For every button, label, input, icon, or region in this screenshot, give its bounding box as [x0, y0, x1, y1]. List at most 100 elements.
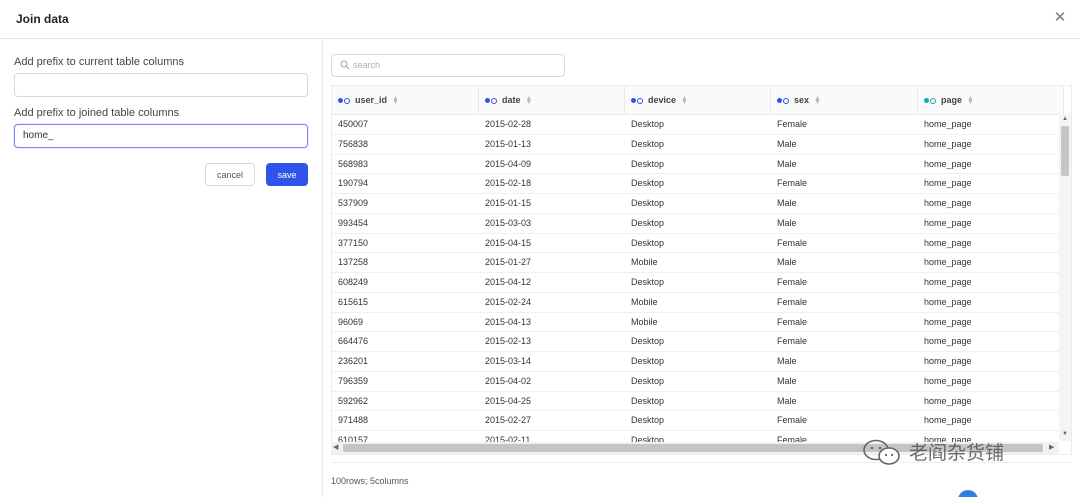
table-cell-page: home_page	[924, 415, 972, 426]
table-row[interactable]: 756838 2015-01-13 Desktop Male home_page	[332, 135, 1063, 155]
table-row[interactable]: 537909 2015-01-15 Desktop Male home_page	[332, 194, 1063, 214]
table-row[interactable]: 96069 2015-04-13 Mobile Female home_page	[332, 313, 1063, 333]
table-row[interactable]: 236201 2015-03-14 Desktop Male home_page	[332, 352, 1063, 372]
save-button[interactable]: save	[266, 163, 308, 186]
table-cell-user-id: 96069	[338, 316, 364, 327]
sort-icon[interactable]: ▲ ▼	[814, 95, 821, 106]
table-cell-page: home_page	[924, 198, 972, 208]
table-cell-device: Desktop	[631, 277, 665, 287]
type-ring-icon	[491, 97, 497, 104]
data-table: user_id ▲ ▼ date ▲ ▼ device ▲ ▼ sex ▲ ▼ page ▲ ▼ 4…	[331, 85, 1072, 455]
table-cell-date: 2015-01-13	[485, 138, 532, 149]
column-header-device[interactable]: device ▲ ▼	[625, 86, 771, 115]
type-ring-icon	[783, 97, 789, 104]
table-cell-page: home_page	[924, 178, 972, 189]
vertical-scroll-thumb[interactable]	[1061, 126, 1069, 176]
table-cell-sex: Female	[777, 237, 808, 248]
table-cell-date: 2015-01-27	[485, 257, 532, 268]
close-icon[interactable]: ✕	[1050, 8, 1070, 28]
watermark-text: 老阎杂货铺	[909, 442, 1005, 464]
table-cell-user-id: 796359	[338, 375, 369, 386]
joined-prefix-label: Add prefix to joined table columns	[14, 107, 180, 119]
table-cell-page: home_page	[924, 296, 972, 307]
joined-prefix-input[interactable]: home_	[14, 124, 308, 148]
table-cell-sex: Female	[777, 296, 808, 307]
scroll-left-icon[interactable]: ◀	[333, 443, 338, 451]
table-summary: 100rows; 5columns	[331, 476, 409, 486]
column-header-user-id[interactable]: user_id ▲ ▼	[332, 86, 479, 115]
table-cell-user-id: 190794	[338, 178, 369, 189]
table-cell-user-id: 592962	[338, 395, 369, 406]
search-box[interactable]: search	[331, 54, 565, 77]
table-cell-sex: Male	[777, 217, 797, 228]
table-cell-date: 2015-02-13	[485, 336, 532, 347]
table-cell-page: home_page	[924, 316, 972, 327]
table-cell-user-id: 568983	[338, 158, 369, 169]
table-cell-sex: Male	[777, 257, 797, 268]
watermark: 老阎杂货铺	[862, 436, 1042, 468]
table-row[interactable]: 568983 2015-04-09 Desktop Male home_page	[332, 155, 1063, 175]
table-row[interactable]: 377150 2015-04-15 Desktop Female home_page	[332, 234, 1063, 254]
table-row[interactable]: 190794 2015-02-18 Desktop Female home_page	[332, 174, 1063, 194]
type-dot-icon	[777, 98, 782, 104]
cancel-button[interactable]: cancel	[205, 163, 255, 186]
scroll-down-icon[interactable]: ▼	[1062, 431, 1068, 437]
table-cell-date: 2015-02-27	[485, 415, 532, 426]
table-cell-sex: Female	[777, 336, 808, 347]
table-row[interactable]: 796359 2015-04-02 Desktop Male home_page	[332, 372, 1063, 392]
table-cell-device: Desktop	[631, 198, 665, 208]
type-dot-icon	[338, 98, 343, 104]
column-header-page[interactable]: page ▲ ▼	[918, 86, 1064, 115]
search-icon	[340, 60, 350, 70]
table-cell-date: 2015-04-15	[485, 237, 532, 248]
help-icon[interactable]	[958, 490, 978, 497]
vertical-scrollbar[interactable]: ▲ ▼	[1059, 114, 1071, 441]
table-cell-user-id: 664476	[338, 336, 369, 347]
table-cell-user-id: 137258	[338, 257, 369, 268]
sort-icon[interactable]: ▲ ▼	[392, 95, 399, 106]
wechat-logo-icon	[863, 439, 900, 465]
table-cell-device: Desktop	[631, 375, 665, 386]
table-row[interactable]: 592962 2015-04-25 Desktop Male home_page	[332, 392, 1063, 412]
dialog-title: Join data	[16, 12, 69, 26]
column-header-sex[interactable]: sex ▲ ▼	[771, 86, 918, 115]
table-cell-sex: Male	[777, 356, 797, 366]
type-dot-icon	[485, 98, 490, 104]
table-row[interactable]: 450007 2015-02-28 Desktop Female home_page	[332, 115, 1063, 135]
table-body: 450007 2015-02-28 Desktop Female home_page 75…	[332, 115, 1063, 451]
table-cell-date: 2015-02-18	[485, 178, 532, 189]
table-cell-page: home_page	[924, 257, 972, 268]
table-cell-date: 2015-04-13	[485, 316, 532, 327]
scroll-right-icon[interactable]: ▶	[1049, 443, 1054, 451]
table-row[interactable]: 608249 2015-04-12 Desktop Female home_page	[332, 273, 1063, 293]
table-cell-page: home_page	[924, 356, 972, 366]
table-row[interactable]: 137258 2015-01-27 Mobile Male home_page	[332, 253, 1063, 273]
table-row[interactable]: 971488 2015-02-27 Desktop Female home_page	[332, 411, 1063, 431]
type-ring-icon	[637, 97, 643, 104]
table-row[interactable]: 615615 2015-02-24 Mobile Female home_page	[332, 293, 1063, 313]
table-header: user_id ▲ ▼ date ▲ ▼ device ▲ ▼ sex ▲ ▼ page ▲ ▼	[332, 86, 1064, 115]
table-cell-sex: Male	[777, 138, 797, 149]
table-cell-device: Mobile	[631, 257, 658, 268]
table-cell-sex: Female	[777, 316, 808, 327]
current-prefix-input[interactable]	[14, 73, 308, 97]
table-cell-user-id: 756838	[338, 138, 369, 149]
column-header-date[interactable]: date ▲ ▼	[479, 86, 625, 115]
table-cell-date: 2015-02-28	[485, 119, 532, 129]
table-cell-date: 2015-04-12	[485, 277, 532, 287]
table-row[interactable]: 993454 2015-03-03 Desktop Male home_page	[332, 214, 1063, 234]
table-row[interactable]: 664476 2015-02-13 Desktop Female home_page	[332, 332, 1063, 352]
table-cell-user-id: 608249	[338, 277, 369, 287]
sort-icon[interactable]: ▲ ▼	[967, 95, 974, 106]
table-cell-sex: Male	[777, 395, 797, 406]
sort-icon[interactable]: ▲ ▼	[526, 95, 533, 106]
table-cell-date: 2015-01-15	[485, 198, 532, 208]
table-cell-device: Desktop	[631, 237, 665, 248]
table-cell-sex: Female	[777, 119, 808, 129]
table-cell-device: Mobile	[631, 296, 658, 307]
scroll-up-icon[interactable]: ▲	[1062, 116, 1068, 122]
table-cell-sex: Male	[777, 158, 797, 169]
table-cell-sex: Female	[777, 178, 808, 189]
table-cell-date: 2015-03-14	[485, 356, 532, 366]
sort-icon[interactable]: ▲ ▼	[681, 95, 688, 106]
